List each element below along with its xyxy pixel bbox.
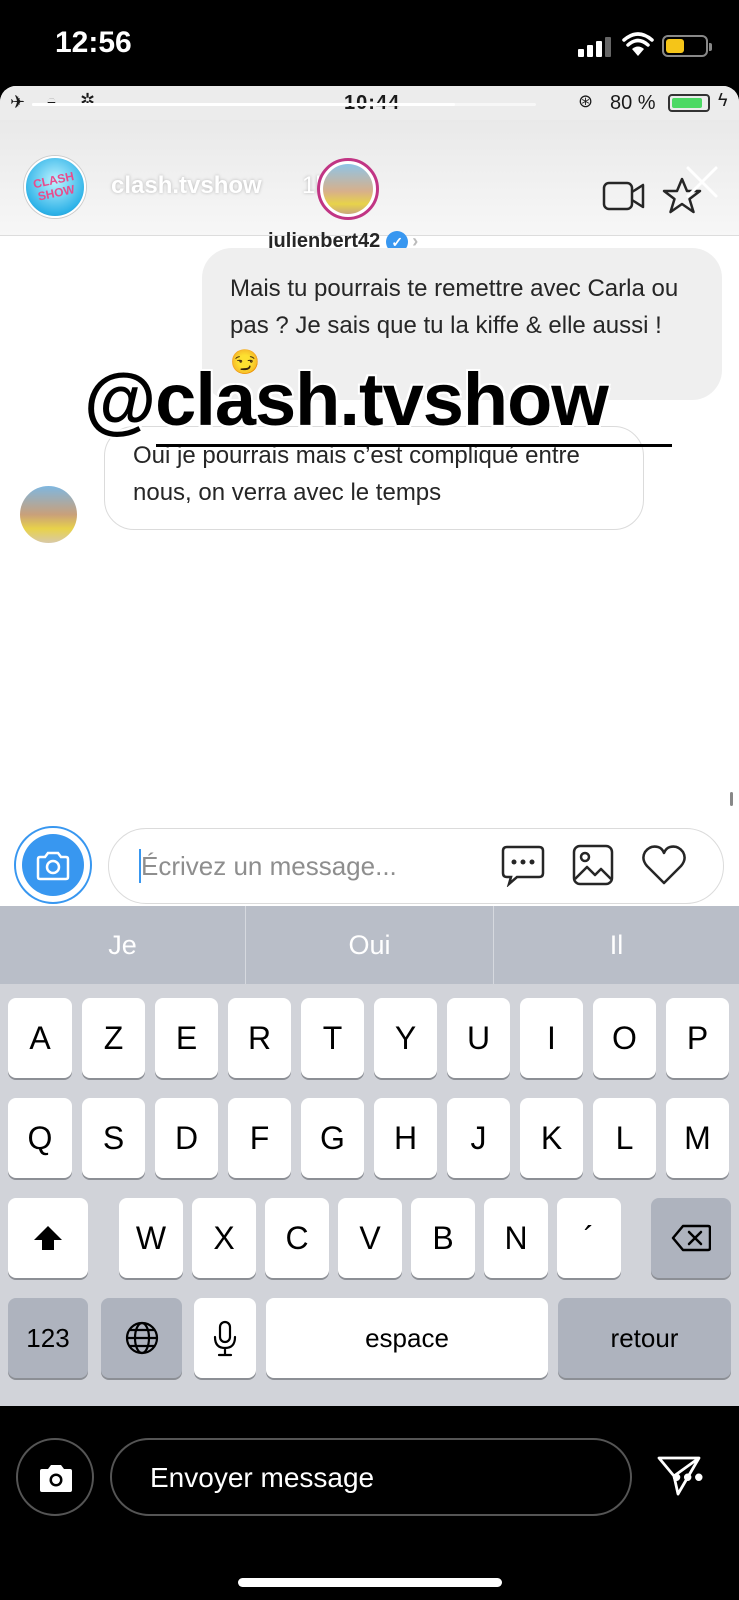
suggestion-1[interactable]: Je xyxy=(0,906,245,984)
reply-camera-button[interactable] xyxy=(16,1438,94,1516)
key-h[interactable]: H xyxy=(374,1098,437,1178)
status-time: 12:56 xyxy=(55,26,132,59)
key-j[interactable]: J xyxy=(447,1098,510,1178)
video-call-icon[interactable] xyxy=(602,180,646,212)
contact-avatar[interactable] xyxy=(317,158,379,220)
story-mention-sticker[interactable]: @clash.tvshow xyxy=(84,360,609,440)
shift-icon xyxy=(34,1226,62,1250)
key-v[interactable]: V xyxy=(338,1198,402,1278)
story-username[interactable]: clash.tvshow xyxy=(111,172,262,200)
inner-status-bar: ✈ ◒ ✲ 10:44 ⊛ 80 % ϟ xyxy=(0,86,739,120)
microphone-icon xyxy=(213,1320,237,1357)
key-l[interactable]: L xyxy=(593,1098,656,1178)
reply-input[interactable]: Envoyer message ••• xyxy=(110,1438,703,1516)
reply-placeholder: Envoyer message xyxy=(150,1462,375,1493)
suggestion-bar: Je Oui Il xyxy=(0,906,739,984)
heart-icon[interactable] xyxy=(641,843,687,887)
key-g[interactable]: G xyxy=(301,1098,364,1178)
status-bar: 12:56 xyxy=(0,0,739,90)
key-e[interactable]: E xyxy=(155,998,218,1078)
sticker-underline xyxy=(156,444,672,447)
suggestion-3[interactable]: Il xyxy=(494,906,739,984)
close-icon[interactable] xyxy=(684,164,720,200)
incoming-avatar[interactable] xyxy=(20,486,77,543)
delete-key[interactable] xyxy=(651,1198,731,1278)
chat-bubble-icon[interactable] xyxy=(501,843,545,887)
keyboard: Je Oui Il A Z E R T Y U I O P Q S D F G … xyxy=(0,906,739,1406)
dictation-key[interactable] xyxy=(194,1298,256,1378)
globe-key[interactable] xyxy=(101,1298,182,1378)
key-p[interactable]: P xyxy=(666,998,729,1078)
space-key[interactable]: espace xyxy=(266,1298,548,1378)
return-key[interactable]: retour xyxy=(558,1298,731,1378)
story-reply-bar: Envoyer message ••• xyxy=(0,1406,739,1600)
key-y[interactable]: Y xyxy=(374,998,437,1078)
numbers-key[interactable]: 123 xyxy=(8,1298,88,1378)
loading-icon: ✲ xyxy=(80,90,96,110)
message-input[interactable]: Écrivez un message... xyxy=(108,828,724,904)
incoming-message[interactable]: Oui je pourrais mais c’est compliqué ent… xyxy=(104,426,644,530)
wifi-icon xyxy=(622,32,654,56)
suggestion-2[interactable]: Oui xyxy=(246,906,493,984)
battery-icon xyxy=(662,35,712,57)
key-f[interactable]: F xyxy=(228,1098,291,1178)
key-m[interactable]: M xyxy=(666,1098,729,1178)
key-c[interactable]: C xyxy=(265,1198,329,1278)
key-r[interactable]: R xyxy=(228,998,291,1078)
key-s[interactable]: S xyxy=(82,1098,145,1178)
story-avatar[interactable]: CLASH SHOW xyxy=(24,156,86,218)
orientation-lock-icon: ⊛ xyxy=(578,91,594,111)
key-t[interactable]: T xyxy=(301,998,364,1078)
story-progress-bar xyxy=(32,103,536,106)
key-q[interactable]: Q xyxy=(8,1098,72,1178)
message-placeholder: Écrivez un message... xyxy=(141,851,397,881)
shift-key[interactable] xyxy=(8,1198,88,1278)
backspace-icon xyxy=(671,1224,712,1252)
key-z[interactable]: Z xyxy=(82,998,145,1078)
charging-icon: ϟ xyxy=(718,90,728,110)
key-u[interactable]: U xyxy=(447,998,510,1078)
story-frame: ✈ ◒ ✲ 10:44 ⊛ 80 % ϟ CLASH SHOW clash.tv… xyxy=(0,86,739,1406)
key-i[interactable]: I xyxy=(520,998,583,1078)
send-icon[interactable] xyxy=(656,1454,702,1498)
key-accent[interactable]: ´ xyxy=(557,1198,621,1278)
dm-header: CLASH SHOW clash.tvshow 1h julienbert42 ✓… xyxy=(0,120,739,253)
gallery-icon[interactable] xyxy=(571,843,615,887)
key-b[interactable]: B xyxy=(411,1198,475,1278)
key-d[interactable]: D xyxy=(155,1098,218,1178)
key-w[interactable]: W xyxy=(119,1198,183,1278)
inner-battery-percent: 80 % xyxy=(610,92,656,114)
globe-icon xyxy=(125,1321,158,1355)
key-x[interactable]: X xyxy=(192,1198,256,1278)
airplane-icon: ✈ xyxy=(10,92,26,112)
camera-icon xyxy=(36,851,70,881)
home-indicator xyxy=(238,1578,502,1587)
inner-wifi-icon: ◒ xyxy=(46,91,57,111)
signal-icon xyxy=(578,35,612,57)
key-a[interactable]: A xyxy=(8,998,72,1078)
camera-button[interactable] xyxy=(14,826,92,904)
story-logo-text: CLASH SHOW xyxy=(31,169,76,204)
camera-icon xyxy=(40,1465,72,1492)
scroll-indicator xyxy=(730,792,733,806)
inner-battery-icon xyxy=(668,94,710,112)
key-k[interactable]: K xyxy=(520,1098,583,1178)
key-n[interactable]: N xyxy=(484,1198,548,1278)
key-o[interactable]: O xyxy=(593,998,656,1078)
